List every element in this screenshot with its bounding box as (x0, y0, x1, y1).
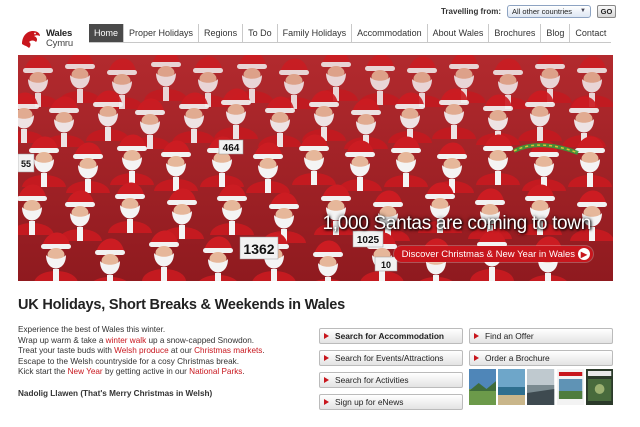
intro-line: Wrap up warm & take a winter walk up a s… (18, 335, 255, 345)
nav-item-to-do[interactable]: To Do (242, 24, 277, 42)
intro-text: Experience the best of Wales this winter… (18, 325, 308, 378)
welsh-produce-link[interactable]: Welsh produce (114, 346, 168, 355)
nav-item-family-holidays[interactable]: Family Holidays (276, 24, 352, 42)
christmas-markets-link[interactable]: Christmas markets (194, 346, 262, 355)
national-parks-link[interactable]: National Parks (189, 367, 242, 376)
nav-item-regions[interactable]: Regions (198, 24, 242, 42)
main-nav: Home Proper Holidays Regions To Do Famil… (89, 24, 612, 43)
brochure-thumbnail[interactable] (469, 369, 497, 405)
nav-item-contact[interactable]: Contact (569, 24, 611, 42)
brochure-thumbnails[interactable] (469, 369, 614, 405)
brochure-thumbnail[interactable] (556, 369, 584, 405)
arrow-right-icon: ▶ (578, 248, 590, 260)
nadolig-llawen-text: Nadolig Llawen (That's Merry Christmas i… (18, 389, 213, 398)
triangle-right-icon (474, 333, 479, 339)
country-select-value: All other countries (512, 6, 573, 16)
nav-item-brochures[interactable]: Brochures (488, 24, 540, 42)
search-accommodation-button[interactable]: Search for Accommodation (319, 328, 463, 344)
hero-cta-label: Discover Christmas & New Year in Wales (401, 248, 575, 260)
travelling-from-label: Travelling from: (440, 6, 501, 16)
bib-number: 55 (21, 159, 31, 169)
brochure-thumbnail[interactable] (527, 369, 555, 405)
dragon-icon (22, 31, 40, 48)
nav-item-proper-holidays[interactable]: Proper Holidays (123, 24, 198, 42)
intro-line: Escape to the Welsh countryside for a co… (18, 356, 240, 366)
intro-line: Kick start the New Year by getting activ… (18, 367, 245, 377)
find-offer-button[interactable]: Find an Offer (469, 328, 613, 344)
winter-walk-link[interactable]: winter walk (106, 336, 147, 345)
nav-item-accommodation[interactable]: Accommodation (351, 24, 427, 42)
triangle-right-icon (324, 333, 329, 339)
bib-number: 10 (381, 260, 391, 270)
intro-line: Experience the best of Wales this winter… (18, 325, 166, 334)
hero-banner[interactable]: 464 1362 1025 55 10 1,000 Santas are com… (18, 55, 613, 281)
nav-item-home[interactable]: Home (89, 24, 124, 42)
bib-number: 1362 (243, 241, 274, 257)
logo-line-cymru: Cymru (46, 38, 73, 49)
brochure-thumbnail[interactable] (498, 369, 526, 405)
intro-line: Treat your taste buds with Welsh produce… (18, 346, 265, 356)
hero-cta-button[interactable]: Discover Christmas & New Year in Wales ▶ (393, 246, 593, 262)
chevron-down-icon: ▼ (580, 8, 586, 14)
order-brochure-button[interactable]: Order a Brochure (469, 350, 613, 366)
nav-item-blog[interactable]: Blog (540, 24, 569, 42)
nav-item-about-wales[interactable]: About Wales (426, 24, 489, 42)
hero-headline: 1,000 Santas are coming to town (322, 213, 592, 234)
search-events-button[interactable]: Search for Events/Attractions (319, 350, 463, 366)
new-year-link[interactable]: New Year (68, 367, 103, 376)
country-select[interactable]: All other countries ▼ (507, 4, 591, 18)
triangle-right-icon (474, 355, 479, 361)
travelling-from-bar: Travelling from: All other countries ▼ G… (441, 3, 616, 19)
sign-up-enews-button[interactable]: Sign up for eNews (319, 394, 463, 410)
triangle-right-icon (324, 377, 329, 383)
wales-logo[interactable]: Wales Cymru (19, 25, 89, 53)
bib-number: 464 (223, 143, 240, 154)
bib-number: 1025 (357, 235, 380, 246)
triangle-right-icon (324, 399, 329, 405)
page-title: UK Holidays, Short Breaks & Weekends in … (18, 297, 346, 313)
triangle-right-icon (324, 355, 329, 361)
search-activities-button[interactable]: Search for Activities (319, 372, 463, 388)
brochure-thumbnail[interactable] (585, 369, 614, 405)
go-button[interactable]: GO (597, 4, 616, 18)
